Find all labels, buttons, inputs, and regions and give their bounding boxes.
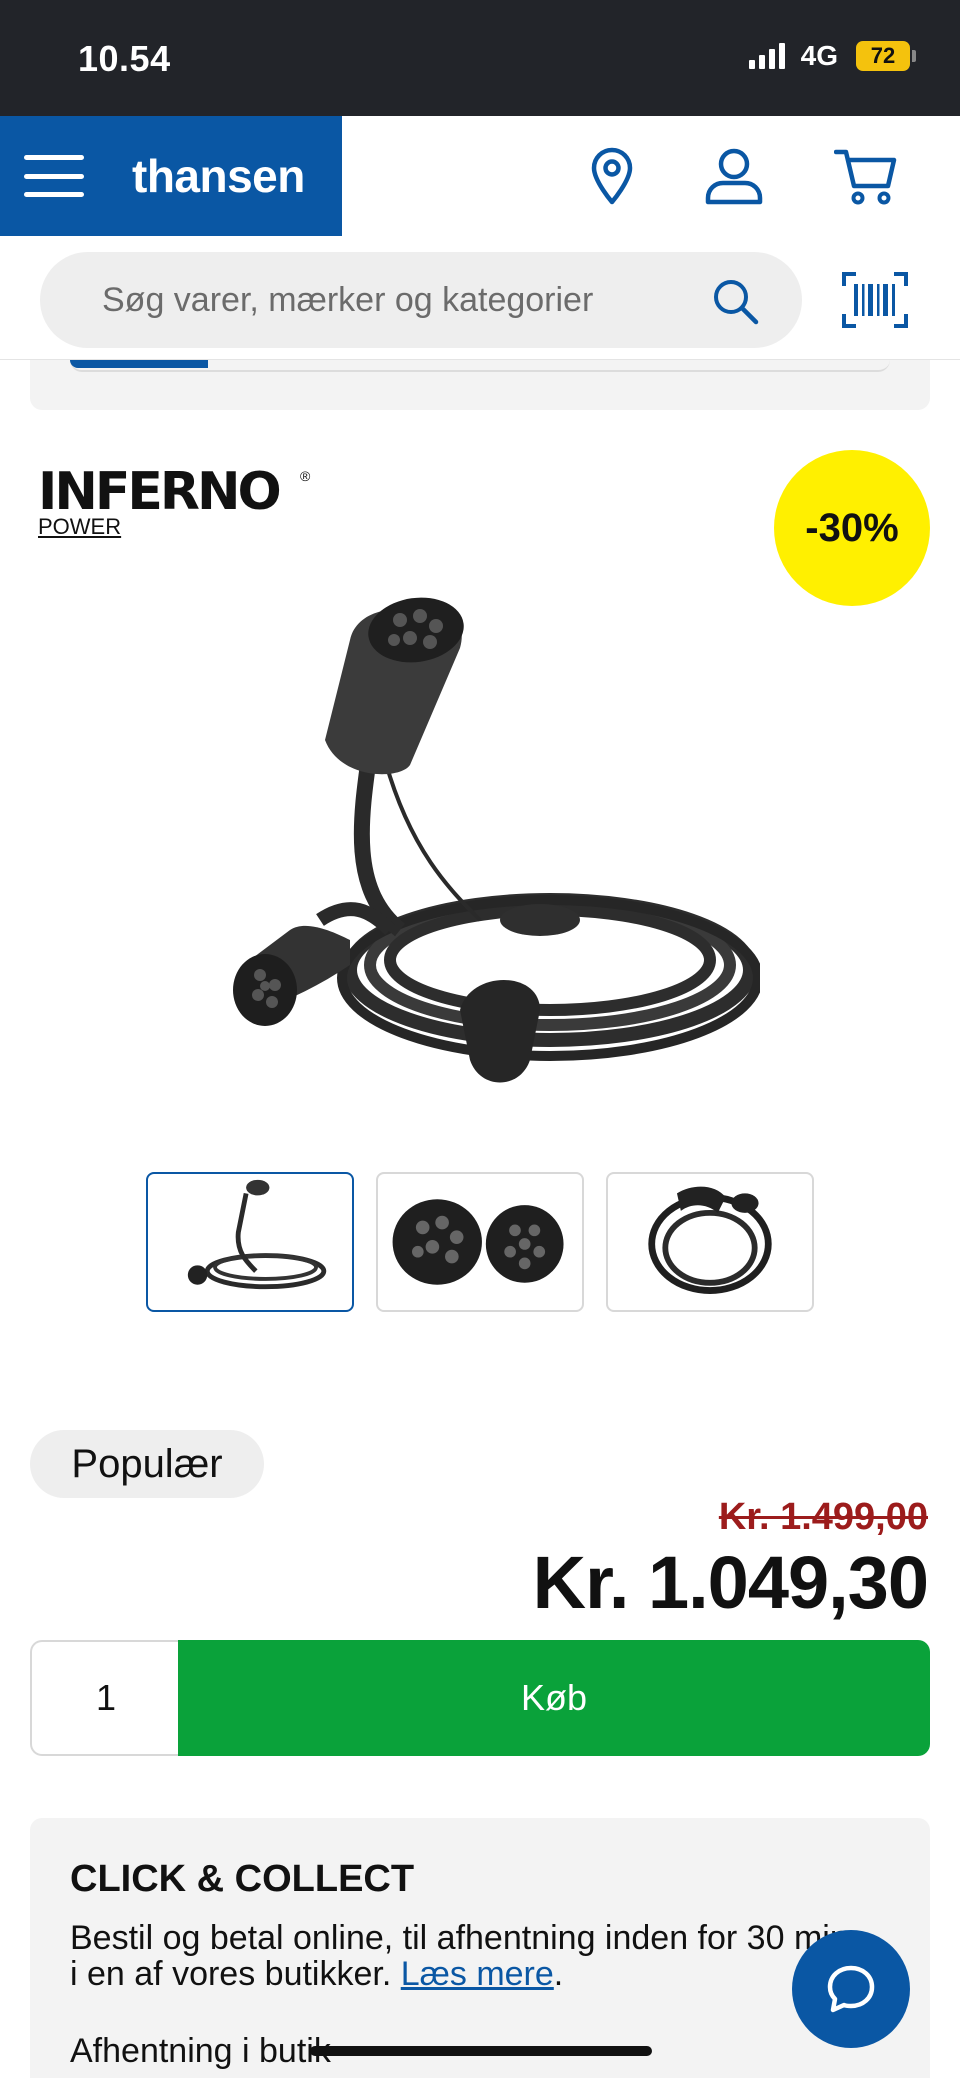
quantity-input[interactable]: 1 [30, 1640, 180, 1756]
search-input[interactable] [102, 252, 692, 348]
read-more-link[interactable]: Læs mere [401, 1955, 554, 1993]
barcode-scanner-icon[interactable] [842, 272, 908, 328]
brand-block: thansen [0, 116, 342, 236]
filter-progress [70, 360, 208, 368]
thumbnail-3[interactable] [606, 1172, 814, 1312]
popular-badge: Populær [30, 1430, 264, 1498]
click-collect-title: CLICK & COLLECT [70, 1858, 415, 1900]
search-bar [0, 236, 960, 360]
status-indicators: 4G 72 [748, 40, 916, 72]
filter-card [30, 360, 930, 410]
battery-level: 72 [856, 41, 910, 71]
brand-registered-mark: ® [300, 468, 311, 484]
account-icon[interactable] [702, 144, 766, 208]
pickup-label: Afhentning i butik [70, 2032, 331, 2070]
thumbnail-2[interactable] [376, 1172, 584, 1312]
store-locator-icon[interactable] [580, 144, 644, 208]
status-time: 10.54 [78, 38, 171, 79]
site-logo[interactable]: thansen [132, 149, 305, 203]
site-header: thansen [0, 116, 960, 236]
discount-badge: -30% [774, 450, 930, 606]
home-indicator [310, 2046, 652, 2056]
buy-button[interactable]: Køb [178, 1640, 930, 1756]
link-suffix: . [553, 1955, 564, 1993]
thumbnail-strip [146, 1172, 814, 1312]
search-icon[interactable] [710, 276, 762, 328]
old-price: Kr. 1.499,00 [718, 1496, 928, 1538]
click-collect-card: CLICK & COLLECT Bestil og betal online, … [30, 1818, 930, 2078]
battery-icon: 72 [856, 41, 916, 71]
product-image[interactable] [220, 590, 760, 1120]
click-collect-text: Bestil og betal online, til afhentning i… [70, 1920, 860, 1992]
menu-icon[interactable] [24, 155, 84, 197]
current-price: Kr. 1.049,30 [532, 1541, 929, 1624]
brand-name: INFERNO [38, 462, 282, 522]
cart-icon[interactable] [834, 144, 898, 208]
search-field [40, 252, 802, 348]
chat-button[interactable] [792, 1930, 910, 2048]
chat-icon [827, 1965, 875, 2013]
network-type: 4G [800, 40, 838, 71]
thumbnail-1[interactable] [146, 1172, 354, 1312]
brand-logo: INFERNO ® POWER [38, 466, 328, 546]
signal-icon [748, 43, 785, 69]
status-bar: 10.54 4G 72 [0, 0, 960, 116]
